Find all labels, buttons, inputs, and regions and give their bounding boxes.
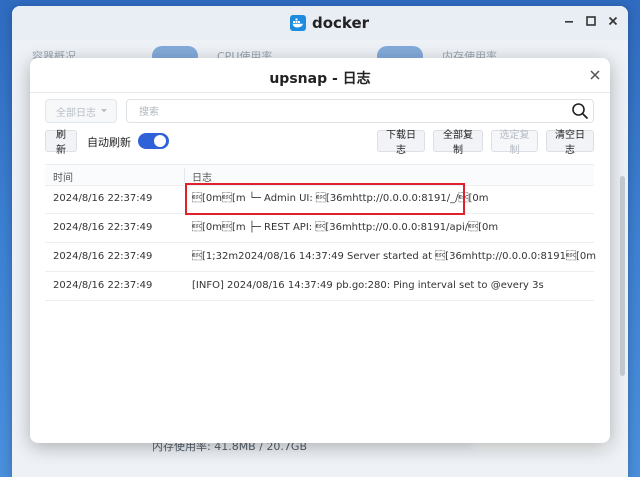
auto-refresh-label: 自动刷新: [87, 136, 131, 149]
log-filter-value: 全部日志: [56, 107, 96, 119]
log-dialog: upsnap - 日志 全部日志 刷新 自动刷新 下载日志 全部复制 选定复制 …: [30, 58, 610, 443]
log-time: 2024/8/16 22:37:49: [53, 251, 153, 262]
search-box: [126, 99, 594, 123]
clear-log-button[interactable]: 清空日志: [546, 130, 594, 156]
divider: [30, 92, 610, 93]
log-message: [0m[m ├─ REST API: [36mhttp://0.0.0.0…: [192, 222, 499, 233]
docker-titlebar: docker: [12, 6, 628, 41]
column-header-log[interactable]: 日志: [192, 169, 212, 184]
window-close-icon[interactable]: [606, 15, 620, 29]
copy-all-button[interactable]: 全部复制: [433, 130, 483, 156]
log-time: 2024/8/16 22:37:49: [53, 193, 153, 204]
docker-title-text: docker: [312, 14, 370, 32]
chevron-down-icon: [100, 106, 108, 117]
search-icon[interactable]: [571, 102, 589, 120]
download-log-button[interactable]: 下载日志: [377, 130, 425, 156]
scrollbar[interactable]: [620, 176, 625, 376]
copy-selected-button[interactable]: 选定复制: [491, 130, 538, 156]
highlight-annotation-box: [185, 183, 465, 215]
docker-app-title: docker: [290, 13, 369, 33]
log-message: [INFO] 2024/08/16 14:37:49 pb.go:280: Pi…: [192, 280, 544, 291]
log-time: 2024/8/16 22:37:49: [53, 222, 153, 233]
close-icon[interactable]: [586, 67, 604, 85]
table-row[interactable]: 2024/8/16 22:37:49 [0m[m ├─ REST API: …: [45, 214, 594, 243]
dialog-title: upsnap - 日志: [269, 71, 371, 87]
column-header-time[interactable]: 时间: [53, 169, 73, 184]
table-row[interactable]: 2024/8/16 22:37:49 [1;32m2024/08/16 14:…: [45, 243, 596, 272]
minimize-icon[interactable]: [562, 15, 576, 29]
maximize-icon[interactable]: [584, 15, 598, 29]
table-row[interactable]: 2024/8/16 22:37:49 [INFO] 2024/08/16 14:…: [45, 272, 594, 301]
log-time: 2024/8/16 22:37:49: [53, 280, 153, 291]
auto-refresh-toggle[interactable]: [138, 133, 169, 149]
toggle-knob: [154, 135, 166, 147]
search-input[interactable]: [137, 103, 541, 121]
log-filter-select[interactable]: 全部日志: [45, 99, 117, 123]
docker-logo-icon: [290, 15, 306, 31]
log-message: [1;32m2024/08/16 14:37:49 Server starte…: [192, 251, 596, 262]
refresh-button[interactable]: 刷新: [45, 130, 77, 156]
column-divider: [184, 168, 185, 182]
